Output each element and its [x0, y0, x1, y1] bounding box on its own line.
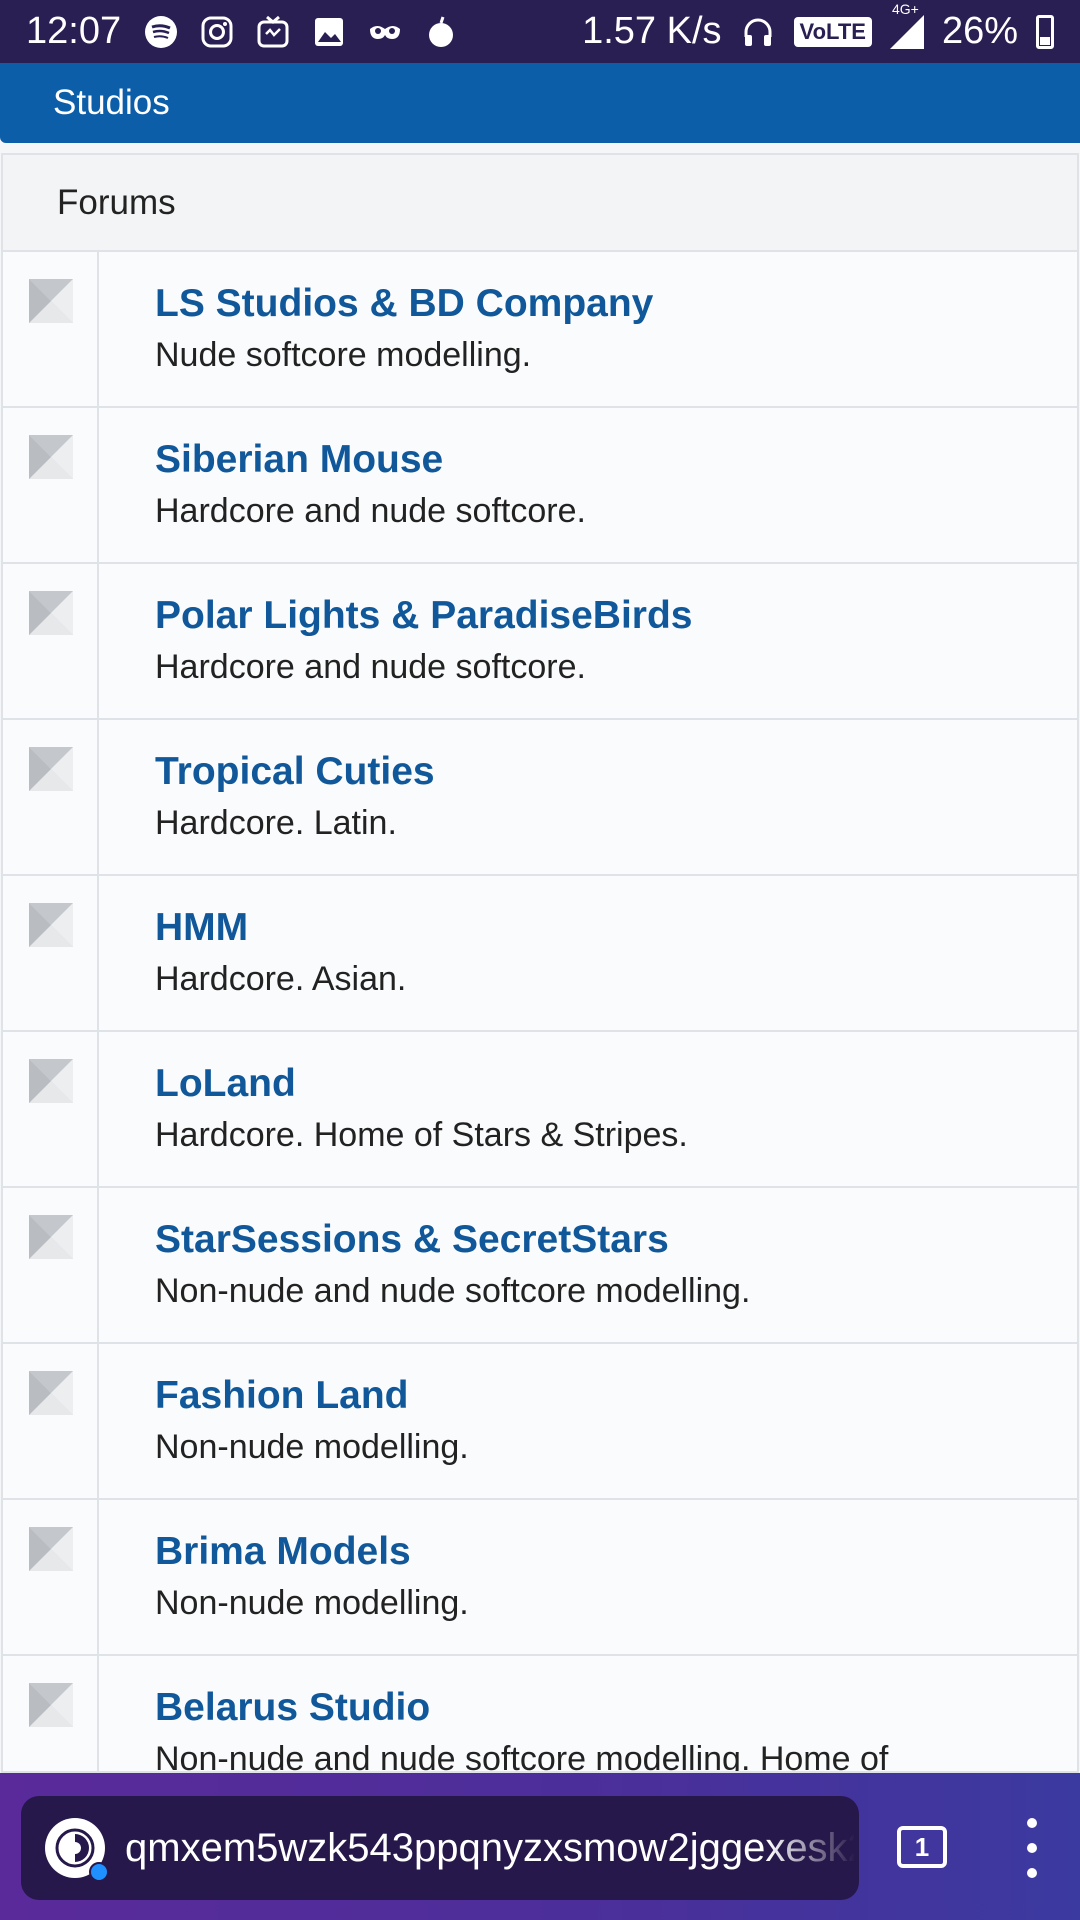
forum-text: Siberian Mouse Hardcore and nude softcore… — [99, 408, 586, 562]
forum-title-link[interactable]: Fashion Land — [155, 1372, 469, 1420]
forum-icon-cell — [3, 720, 99, 874]
forum-description: Non-nude modelling. — [155, 1584, 469, 1622]
forum-row[interactable]: Polar Lights & ParadiseBirds Hardcore and… — [3, 564, 1077, 720]
forum-icon-cell — [3, 1656, 99, 1771]
network-speed: 1.57 K/s — [582, 10, 722, 52]
address-bar[interactable]: qmxem5wzk543ppqnyzxsmow2jggexesk2 — [21, 1796, 859, 1900]
signal-icon — [889, 14, 924, 49]
forum-description: Non-nude modelling. — [155, 1428, 469, 1466]
forum-title-link[interactable]: Tropical Cuties — [155, 748, 435, 796]
forum-text: Fashion Land Non-nude modelling. — [99, 1344, 469, 1498]
category-title: Studios — [53, 83, 170, 122]
forum-status-icon — [29, 903, 73, 947]
forum-text: Brima Models Non-nude modelling. — [99, 1500, 469, 1654]
forum-list: Forums LS Studios & BD Company Nude softc… — [1, 153, 1079, 1773]
tv-icon — [255, 14, 291, 50]
forum-rows: LS Studios & BD Company Nude softcore mod… — [3, 252, 1077, 1773]
forum-description: Hardcore. Asian. — [155, 960, 407, 998]
forum-text: Tropical Cuties Hardcore. Latin. — [99, 720, 435, 874]
forum-row[interactable]: HMM Hardcore. Asian. — [3, 876, 1077, 1032]
network-type: 4G+ — [891, 0, 919, 17]
forum-text: Polar Lights & ParadiseBirds Hardcore and… — [99, 564, 693, 718]
status-time: 12:07 — [26, 10, 122, 52]
forum-icon-cell — [3, 408, 99, 562]
forum-icon-cell — [3, 252, 99, 406]
forum-description: Hardcore. Latin. — [155, 804, 397, 842]
site-security-icon[interactable] — [45, 1818, 109, 1882]
spotify-icon — [143, 14, 179, 50]
forum-status-icon — [29, 747, 73, 791]
forum-text: LoLand Hardcore. Home of Stars & Stripes. — [99, 1032, 688, 1186]
forum-icon-cell — [3, 1344, 99, 1498]
battery-percent: 26% — [941, 10, 1018, 52]
forum-title-link[interactable]: Belarus Studio — [155, 1684, 888, 1732]
tabs-button[interactable]: 1 — [897, 1826, 947, 1868]
forum-status-icon — [29, 435, 73, 479]
browser-toolbar: qmxem5wzk543ppqnyzxsmow2jggexesk2 1 — [0, 1773, 1080, 1920]
forum-title-link[interactable]: HMM — [155, 904, 406, 952]
forum-description: Hardcore and nude softcore. — [155, 648, 586, 686]
forum-description: Non-nude and nude softcore modelling. Ho… — [155, 1740, 889, 1773]
more-menu-icon[interactable] — [1020, 1818, 1044, 1878]
forum-description: Nude softcore modelling. — [155, 336, 532, 374]
forum-status-icon — [29, 1215, 73, 1259]
forum-text: LS Studios & BD Company Nude softcore mod… — [99, 252, 653, 406]
forum-description: Hardcore and nude softcore. — [155, 492, 586, 530]
forum-text: StarSessions & SecretStars Non-nude and n… — [99, 1188, 750, 1342]
forum-title-link[interactable]: Brima Models — [155, 1528, 469, 1576]
forum-text: HMM Hardcore. Asian. — [99, 876, 406, 1030]
forum-row[interactable]: Tropical Cuties Hardcore. Latin. — [3, 720, 1077, 876]
battery-icon — [1036, 14, 1054, 49]
forum-row[interactable]: Brima Models Non-nude modelling. — [3, 1500, 1077, 1656]
forum-description: Hardcore. Home of Stars & Stripes. — [155, 1116, 688, 1154]
forum-status-icon — [29, 1683, 73, 1727]
forum-title-link[interactable]: LoLand — [155, 1060, 688, 1108]
forum-row[interactable]: Belarus Studio Non-nude and nude softcore… — [3, 1656, 1077, 1773]
instagram-icon — [199, 14, 235, 50]
forum-row[interactable]: Siberian Mouse Hardcore and nude softcore… — [3, 408, 1077, 564]
forum-icon-cell — [3, 1500, 99, 1654]
forum-status-icon — [29, 279, 73, 323]
forum-description: Non-nude and nude softcore modelling. — [155, 1272, 751, 1310]
forum-title-link[interactable]: LS Studios & BD Company — [155, 280, 653, 328]
forum-text: Belarus Studio Non-nude and nude softcore… — [99, 1656, 889, 1773]
forum-status-icon — [29, 1371, 73, 1415]
forums-subheader: Forums — [3, 155, 1077, 252]
forum-icon-cell — [3, 1032, 99, 1186]
forum-status-icon — [29, 1527, 73, 1571]
forum-icon-cell — [3, 1188, 99, 1342]
signal-indicator: 4G+ — [889, 1, 924, 49]
forum-row[interactable]: StarSessions & SecretStars Non-nude and n… — [3, 1188, 1077, 1344]
forum-icon-cell — [3, 876, 99, 1030]
headphones-icon — [740, 14, 776, 50]
forum-title-link[interactable]: Siberian Mouse — [155, 436, 586, 484]
forum-row[interactable]: LoLand Hardcore. Home of Stars & Stripes. — [3, 1032, 1077, 1188]
forum-title-link[interactable]: StarSessions & SecretStars — [155, 1216, 750, 1264]
forum-row[interactable]: Fashion Land Non-nude modelling. — [3, 1344, 1077, 1500]
notification-icons — [143, 14, 459, 50]
gallery-icon — [311, 14, 347, 50]
tab-count: 1 — [914, 1831, 930, 1862]
bomb-icon — [423, 14, 459, 50]
mask-icon — [367, 14, 403, 50]
status-bar: 12:07 1.57 K/s VoLTE 4G+ 26% — [0, 0, 1080, 63]
forum-title-link[interactable]: Polar Lights & ParadiseBirds — [155, 592, 693, 640]
forum-status-icon — [29, 591, 73, 635]
volte-badge: VoLTE — [793, 16, 872, 47]
forums-subheader-label: Forums — [57, 182, 176, 222]
forum-icon-cell — [3, 564, 99, 718]
forum-status-icon — [29, 1059, 73, 1103]
category-header[interactable]: Studios — [0, 63, 1080, 143]
forum-row[interactable]: LS Studios & BD Company Nude softcore mod… — [3, 252, 1077, 408]
status-dot-icon — [89, 1862, 109, 1882]
url-text[interactable]: qmxem5wzk543ppqnyzxsmow2jggexesk2 — [125, 1826, 855, 1871]
